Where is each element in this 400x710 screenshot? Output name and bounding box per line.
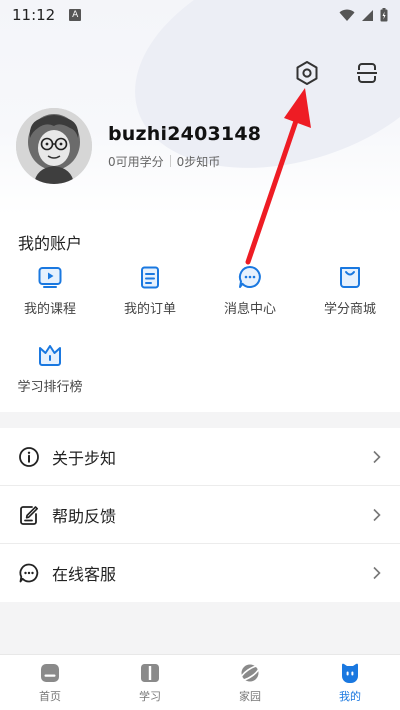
message-center-button[interactable]: 消息中心 (200, 264, 300, 336)
menu-label-feedback: 帮助反馈 (52, 506, 117, 526)
credits-count[interactable]: 0可用学分 (108, 153, 164, 170)
tab-community[interactable]: 家园 (200, 655, 300, 710)
scan-button[interactable] (352, 58, 382, 88)
signal-icon (362, 9, 373, 21)
order-icon (141, 266, 159, 289)
settings-button[interactable] (292, 58, 322, 88)
my-orders-button[interactable]: 我的订单 (100, 264, 200, 336)
leaderboard-label: 学习排行榜 (17, 380, 83, 395)
video-icon (38, 267, 62, 288)
chevron-right-icon (373, 508, 381, 521)
profile-card[interactable]: buzhi2403148 0可用学分 0步知币 (16, 108, 261, 184)
wifi-icon (339, 9, 355, 21)
tab-home[interactable]: 首页 (0, 655, 100, 710)
credit-mall-label: 学分商城 (323, 302, 376, 317)
menu-label-customer-service: 在线客服 (52, 565, 117, 584)
tab-label-mine: 我的 (339, 690, 361, 703)
menu-item-feedback[interactable]: 帮助反馈 (0, 486, 400, 544)
my-courses-label: 我的课程 (23, 302, 76, 317)
shop-bag-icon (340, 267, 360, 288)
my-orders-label: 我的订单 (123, 302, 176, 317)
my-courses-button[interactable]: 我的课程 (0, 264, 100, 336)
chevron-right-icon (373, 566, 381, 580)
tab-label-study: 学习 (139, 690, 161, 703)
profile-stats: 0可用学分 0步知币 (108, 153, 261, 170)
avatar-image (16, 108, 92, 184)
profile-info: buzhi2403148 0可用学分 0步知币 (108, 123, 261, 170)
battery-icon (380, 8, 388, 22)
bottom-tab-bar: 首页 学习 家园 我的 (0, 654, 400, 710)
settings-menu: 关于步知 帮助反馈 在线客服 (0, 428, 400, 602)
account-grid: 我的课程 我的订单 消息中心 学分商城 学习排行榜 (0, 264, 400, 414)
info-icon (19, 446, 39, 467)
status-bar: 11:12 A (0, 0, 400, 30)
leaderboard-button[interactable]: 学习排行榜 (0, 342, 100, 414)
tab-mine[interactable]: 我的 (300, 655, 400, 710)
stats-divider (169, 155, 171, 167)
menu-label-about: 关于步知 (52, 448, 117, 468)
chevron-right-icon (373, 450, 381, 463)
tab-label-community: 家园 (239, 690, 261, 703)
hexagon-settings-icon (296, 61, 318, 85)
home-icon (41, 664, 59, 682)
username: buzhi2403148 (108, 122, 262, 145)
scan-icon (357, 63, 377, 83)
credit-mall-button[interactable]: 学分商城 (300, 264, 400, 336)
menu-item-customer-service[interactable]: 在线客服 (0, 544, 400, 602)
profile-face-icon (342, 663, 358, 683)
avatar[interactable] (16, 108, 92, 184)
header-actions (292, 58, 382, 88)
feedback-icon (20, 505, 38, 525)
tab-study[interactable]: 学习 (100, 655, 200, 710)
empty-area (0, 602, 400, 654)
chat-icon (19, 563, 39, 583)
status-time: 11:12 (12, 6, 56, 24)
notification-icon: A (69, 9, 82, 21)
section-divider (0, 412, 400, 428)
coins-count[interactable]: 0步知币 (177, 153, 221, 170)
account-section-title: 我的账户 (18, 234, 83, 253)
tab-label-home: 首页 (39, 690, 61, 703)
planet-icon (239, 664, 261, 682)
message-icon (238, 265, 261, 288)
crown-icon (39, 345, 61, 366)
book-icon (141, 664, 159, 682)
status-indicators (339, 8, 388, 22)
message-center-label: 消息中心 (223, 302, 276, 317)
menu-item-about[interactable]: 关于步知 (0, 428, 400, 486)
